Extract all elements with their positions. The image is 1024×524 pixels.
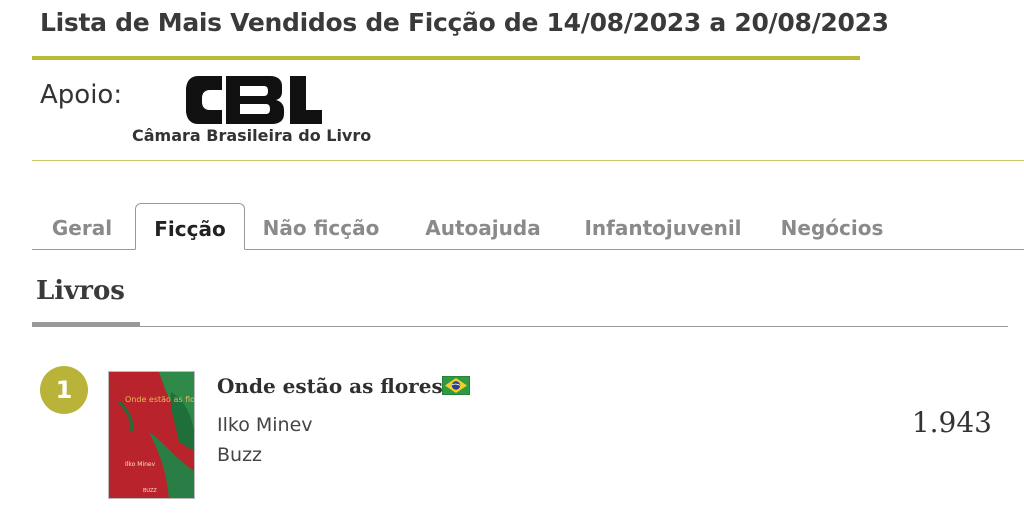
support-divider: [32, 160, 1024, 161]
tab-negocios[interactable]: Negócios: [776, 203, 888, 248]
title-underline: [32, 56, 860, 60]
tab-nao-ficcao[interactable]: Não ficção: [256, 203, 386, 248]
book-author[interactable]: Ilko Minev: [217, 414, 313, 436]
page-title: Lista de Mais Vendidos de Ficção de 14/0…: [40, 8, 889, 37]
tab-ficcao[interactable]: Ficção: [135, 203, 245, 250]
cover-publisher-text: BUZZ: [143, 488, 157, 494]
book-cover-art: Onde estão as flores? Ilko Minev BUZZ: [109, 372, 195, 498]
brazil-flag-icon: [442, 376, 470, 395]
sales-count: 1.943: [911, 406, 992, 439]
book-cover[interactable]: Onde estão as flores? Ilko Minev BUZZ: [108, 371, 195, 499]
tab-infantojuvenil[interactable]: Infantojuvenil: [578, 203, 748, 248]
section-underline: [140, 326, 1008, 327]
rank-badge: 1: [40, 366, 88, 414]
cover-author-text: Ilko Minev: [125, 461, 156, 468]
support-label: Apoio:: [40, 80, 123, 110]
section-title: Livros: [36, 276, 125, 306]
category-tabs: Geral Ficção Não ficção Autoajuda Infant…: [32, 203, 1024, 250]
cover-title-text: Onde estão as flores?: [125, 395, 195, 404]
logo-caption: Câmara Brasileira do Livro: [132, 126, 372, 145]
book-title[interactable]: Onde estão as flores: [217, 374, 443, 398]
book-publisher[interactable]: Buzz: [217, 444, 262, 466]
section-underline-active: [32, 322, 140, 327]
tab-autoajuda[interactable]: Autoajuda: [418, 203, 548, 248]
tab-geral[interactable]: Geral: [42, 203, 122, 248]
